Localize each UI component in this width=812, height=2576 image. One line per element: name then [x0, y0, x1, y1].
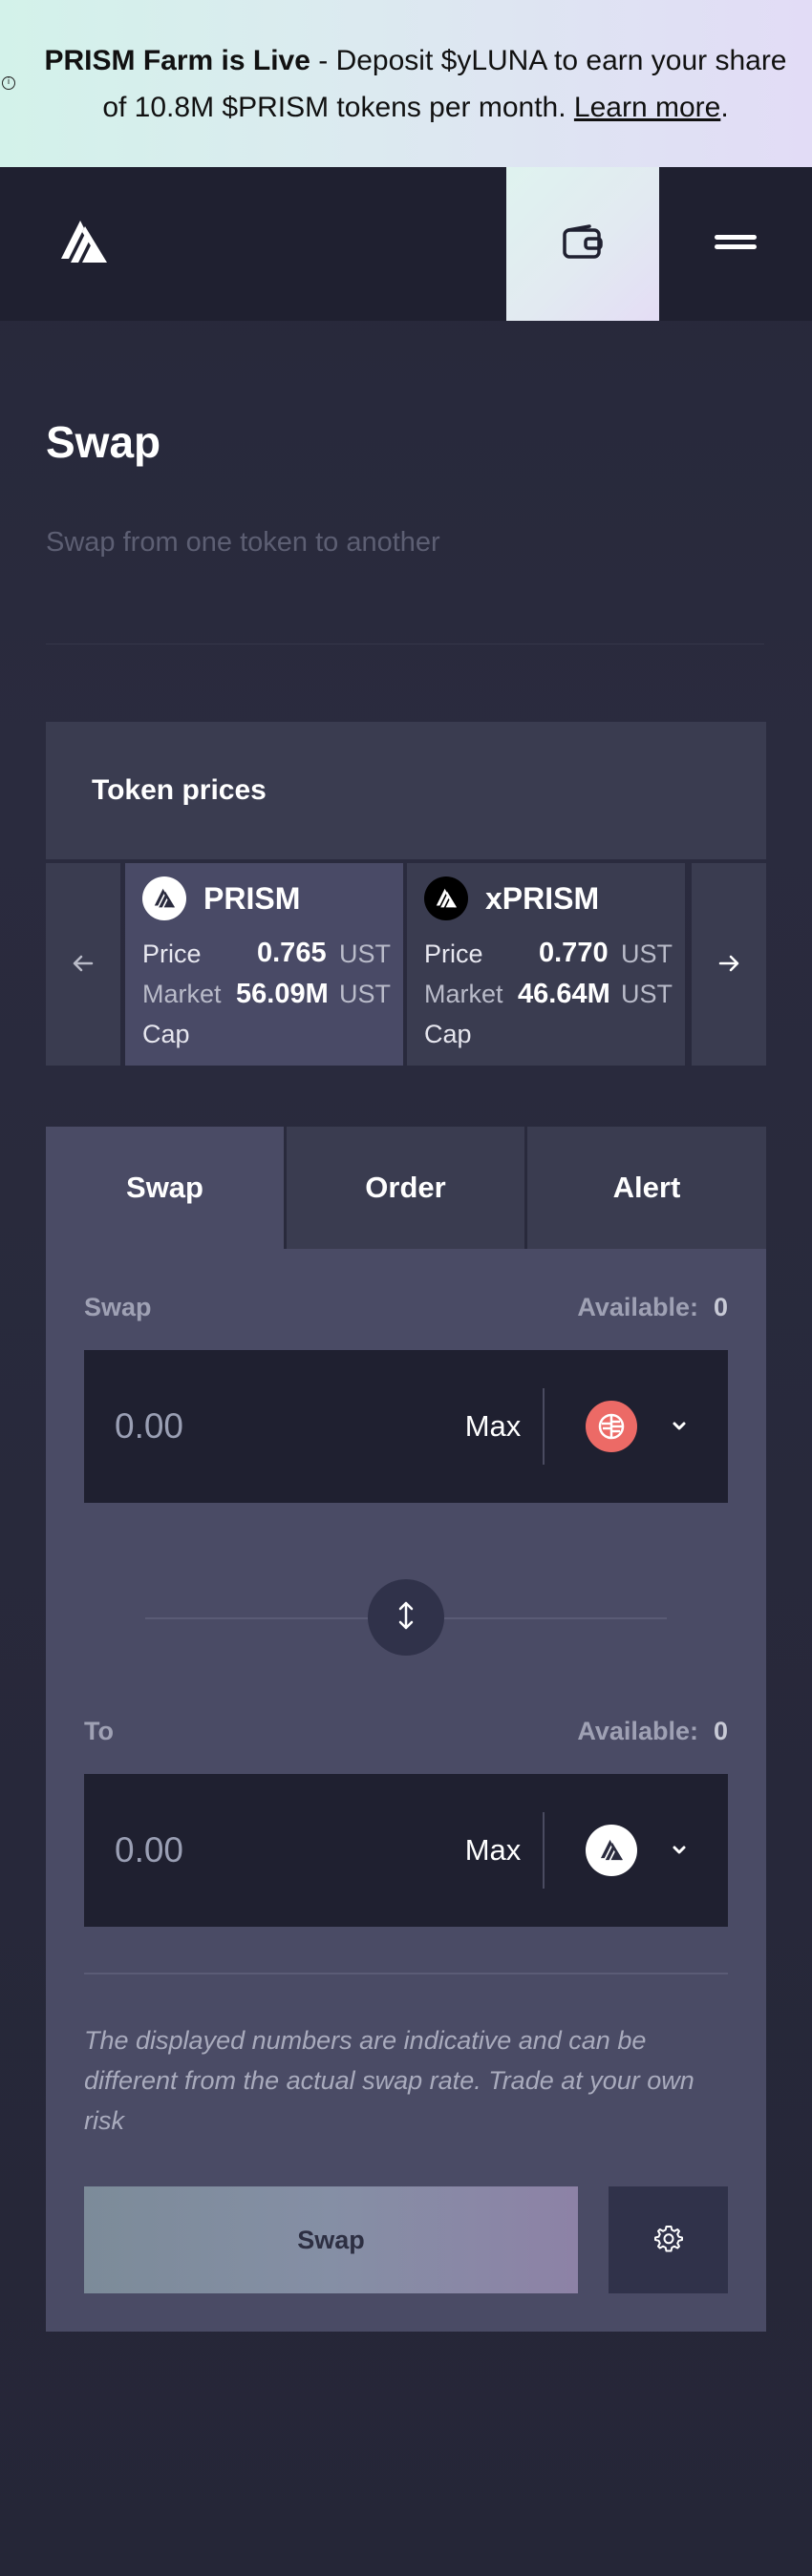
yluna-token-icon [586, 1401, 637, 1452]
banner-suffix: . [720, 91, 729, 123]
to-amount-input[interactable] [115, 1824, 382, 1877]
token-price: 0.770 [539, 938, 609, 968]
arrow-left-icon [73, 950, 94, 979]
swap-submit-button[interactable]: Swap [84, 2186, 578, 2293]
from-token-select[interactable] [586, 1398, 710, 1455]
from-max-button[interactable]: Max [445, 1350, 541, 1503]
price-label: Price [142, 940, 202, 968]
swap-tabs: Swap Order Alert [46, 1127, 766, 1249]
market-cap-label-cap: Cap [424, 1020, 472, 1048]
swap-panel: Swap Available: 0 Max To Available: 0 [46, 1249, 766, 2332]
available-label: Available: [577, 1717, 698, 1745]
from-label: Swap [84, 1293, 152, 1321]
prism-logo[interactable] [57, 217, 109, 268]
prism-token-icon [586, 1825, 637, 1876]
tab-alert[interactable]: Alert [527, 1127, 766, 1249]
page-title: Swap [46, 417, 161, 467]
from-amount-box: Max [84, 1350, 728, 1503]
wallet-icon [563, 223, 603, 264]
slippage-settings-button[interactable] [609, 2186, 728, 2293]
announcement-banner: i PRISM Farm is Live - Deposit $yLUNA to… [0, 0, 812, 167]
tab-order[interactable]: Order [287, 1127, 524, 1249]
from-available: Available: 0 [577, 1293, 728, 1322]
token-card-xprism[interactable]: xPRISM Price 0.770 UST Market 46.64M UST… [407, 863, 685, 1066]
divider [543, 1812, 545, 1889]
token-prices-heading: Token prices [46, 722, 766, 859]
market-cap-label: Market [424, 980, 503, 1008]
menu-button[interactable] [659, 167, 812, 321]
from-available-value: 0 [713, 1293, 728, 1321]
banner-title: PRISM Farm is Live [44, 44, 310, 76]
token-card-prism[interactable]: PRISM Price 0.765 UST Market 56.09M UST … [125, 863, 403, 1066]
switch-direction-button[interactable] [368, 1579, 444, 1656]
to-available: Available: 0 [577, 1717, 728, 1746]
price-unit: UST [339, 940, 391, 968]
arrow-right-icon [718, 950, 739, 979]
divider [84, 1973, 728, 1974]
prism-token-icon [142, 876, 186, 920]
gear-icon [653, 2224, 683, 2256]
to-token-select[interactable] [586, 1822, 710, 1879]
connect-wallet-button[interactable] [506, 167, 659, 321]
token-name: PRISM [203, 880, 301, 916]
token-market-cap: 46.64M [518, 979, 610, 1009]
token-price: 0.765 [257, 938, 327, 968]
disclaimer-text: The displayed numbers are indicative and… [84, 2026, 694, 2135]
info-icon: i [2, 76, 15, 90]
menu-icon [715, 232, 757, 257]
chevron-down-icon [670, 1841, 689, 1860]
price-label: Price [424, 940, 483, 968]
market-cap-label: Market [142, 980, 222, 1008]
top-nav [0, 167, 812, 321]
learn-more-link[interactable]: Learn more [574, 92, 720, 123]
carousel-prev-button[interactable] [46, 863, 120, 1066]
from-amount-input[interactable] [115, 1400, 382, 1453]
divider [543, 1388, 545, 1465]
market-cap-unit: UST [621, 980, 673, 1008]
token-prices-carousel: PRISM Price 0.765 UST Market 56.09M UST … [46, 863, 766, 1066]
to-amount-box: Max [84, 1774, 728, 1927]
chevron-down-icon [670, 1417, 689, 1436]
market-cap-label-cap: Cap [142, 1020, 190, 1048]
price-unit: UST [621, 940, 673, 968]
carousel-next-button[interactable] [692, 863, 766, 1066]
to-label: To [84, 1717, 114, 1745]
market-cap-unit: UST [339, 980, 391, 1008]
xprism-token-icon [424, 876, 468, 920]
token-market-cap: 56.09M [236, 979, 329, 1009]
swap-vertical-icon [395, 1600, 417, 1635]
tab-swap[interactable]: Swap [46, 1127, 284, 1249]
banner-text: PRISM Farm is Live - Deposit $yLUNA to e… [14, 37, 798, 131]
available-label: Available: [577, 1293, 698, 1321]
token-name: xPRISM [485, 880, 600, 916]
page-subtitle: Swap from one token to another [46, 527, 440, 558]
to-max-button[interactable]: Max [445, 1774, 541, 1927]
to-available-value: 0 [713, 1717, 728, 1745]
